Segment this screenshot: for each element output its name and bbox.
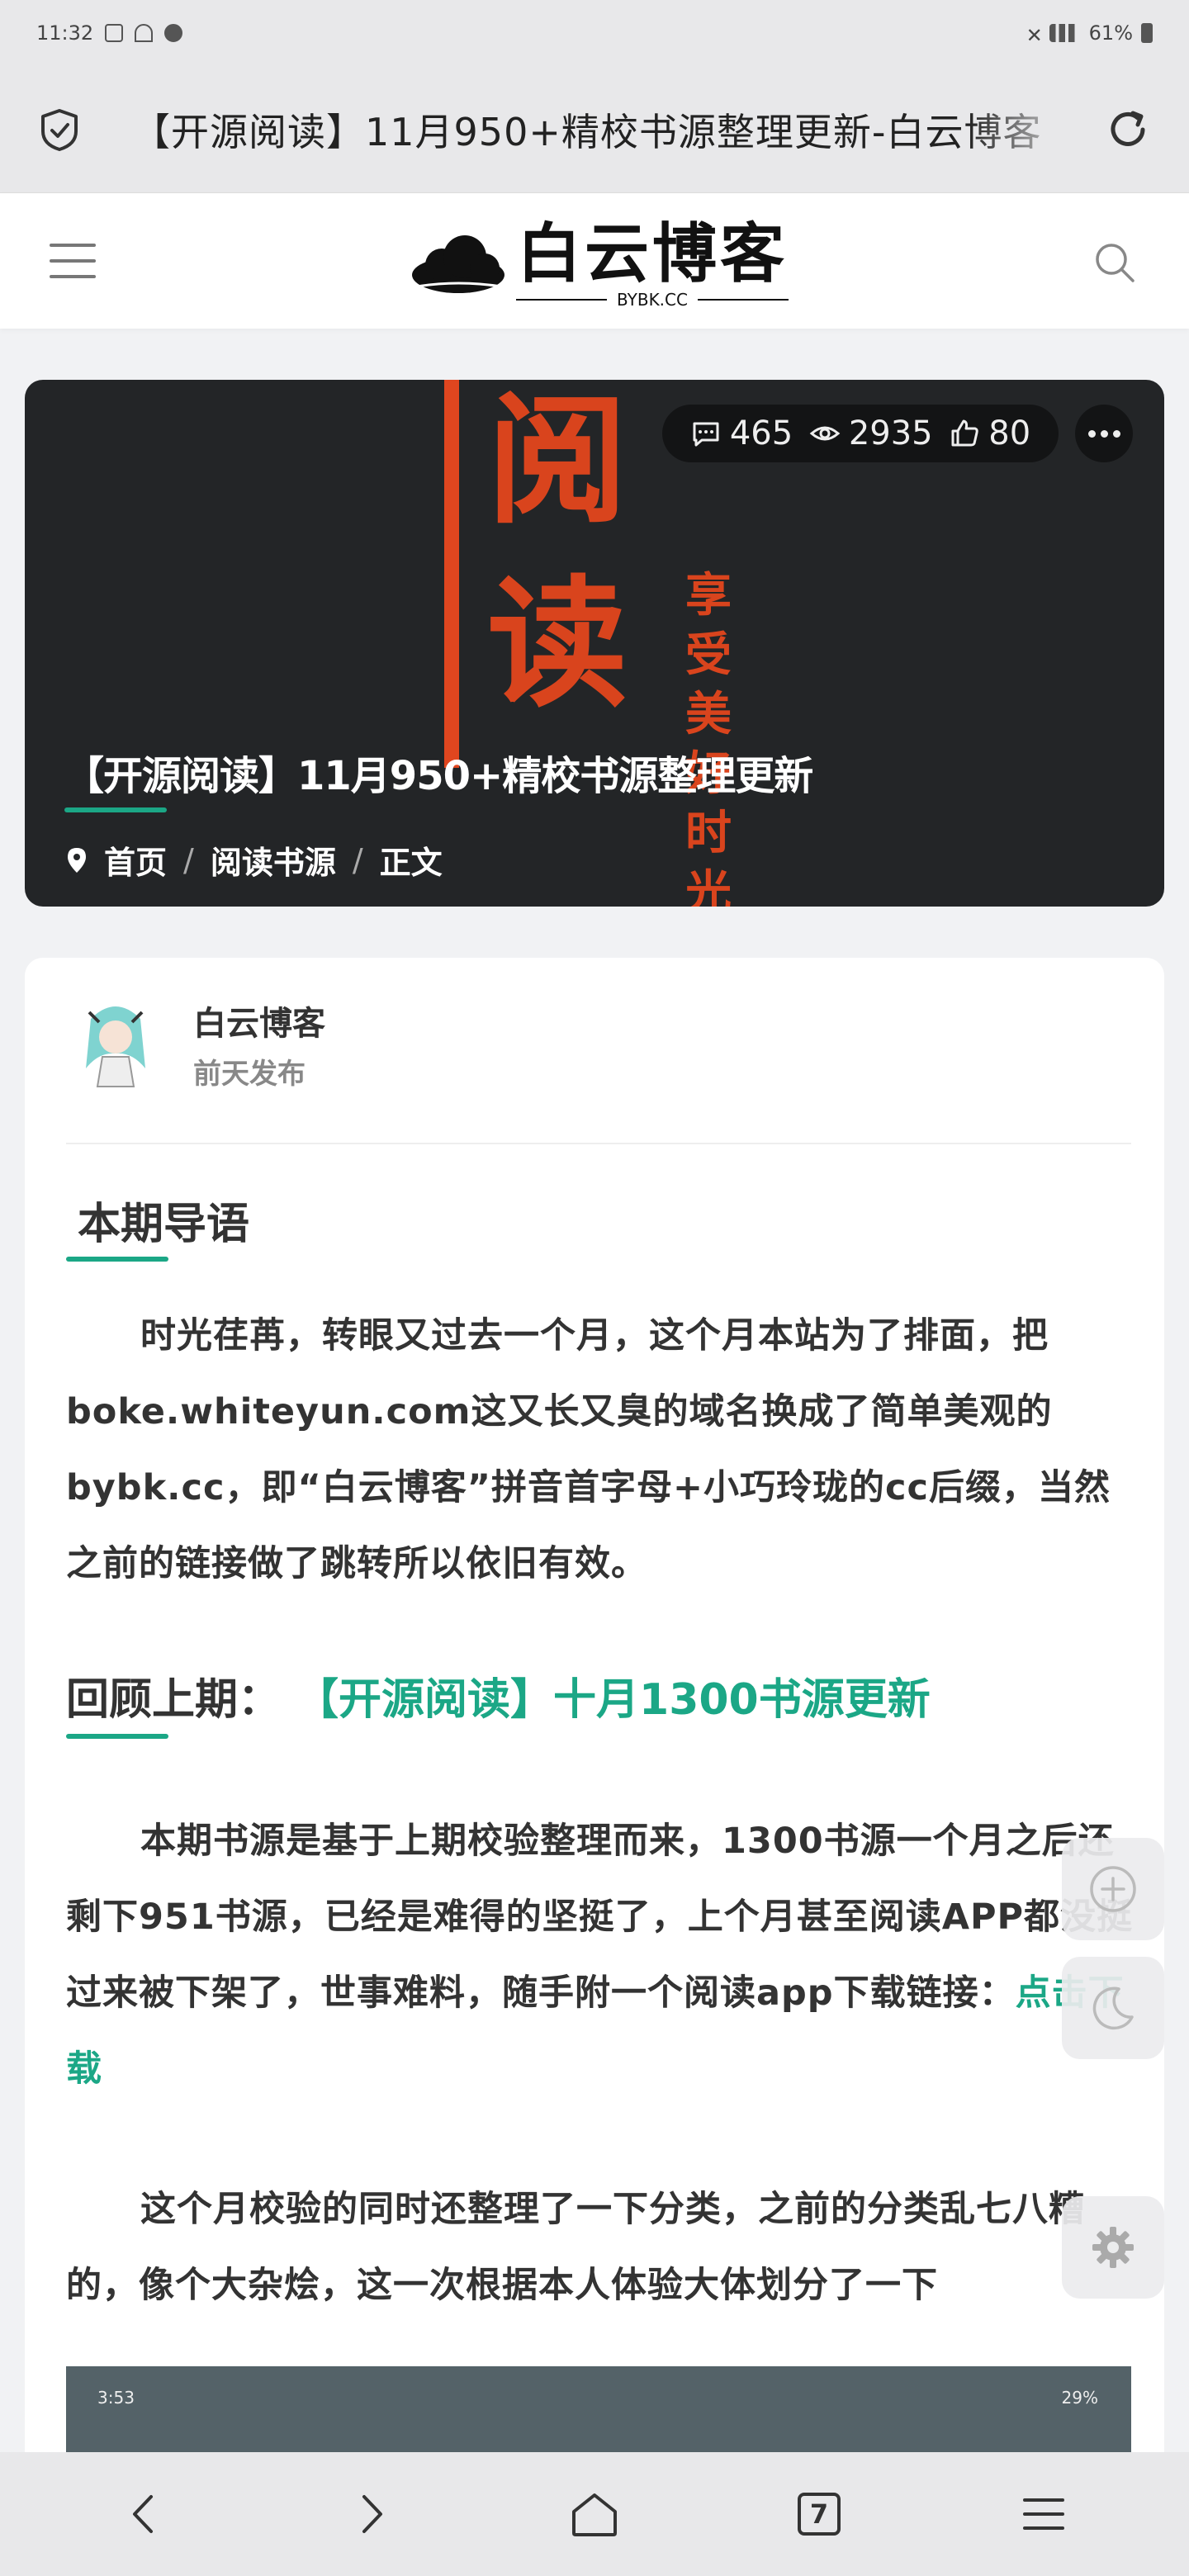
hero-red-bar: [444, 380, 459, 768]
hero-small-char: 享: [685, 569, 732, 623]
hamburger-icon: [1023, 2498, 1064, 2530]
signal-icon: [1049, 24, 1081, 42]
hero-small-char: 光: [685, 866, 732, 907]
body-paragraph: 本期书源是基于上期校验整理而来，1300书源一个月之后还剩下951书源，已经是难…: [66, 1803, 1139, 2107]
dark-mode-button[interactable]: [1062, 1957, 1164, 2059]
article-screenshot-image[interactable]: 3:53 29%: [66, 2366, 1131, 2465]
screenshot-time: 3:53: [97, 2388, 135, 2408]
heading-underline: [66, 1734, 168, 1739]
avatar[interactable]: [66, 994, 165, 1093]
tab-count: 7: [798, 2493, 841, 2536]
comment-icon: [693, 422, 719, 447]
intro-text: 时光荏苒，转眼又过去一个月，这个月本站为了排面，把boke.whiteyun.c…: [66, 1315, 1111, 1584]
battery-percent: 61%: [1088, 21, 1133, 45]
section-heading: 本期导语: [78, 1200, 250, 1249]
hero-small-char: 受: [685, 628, 732, 682]
home-icon: [572, 2493, 617, 2536]
like-count[interactable]: 80: [949, 414, 1030, 452]
chevron-left-icon: [133, 2495, 153, 2533]
post-content-card: 白云博客 前天发布 本期导语 时光荏苒，转眼又过去一个月，这个月本站为了排面，把…: [25, 958, 1164, 2576]
shield-check-icon[interactable]: [36, 107, 83, 153]
body-text: 这个月校验的同时还整理了一下分类，之前的分类乱七八糟的，像个大杂烩，这一次根据本…: [66, 2189, 1085, 2306]
previous-issue-link[interactable]: 【开源阅读】十月1300书源更新: [317, 1675, 931, 1725]
thumbs-up-icon: [951, 419, 978, 447]
breadcrumb: 首页 / 阅读书源 / 正文: [66, 837, 443, 883]
status-bar: 11:32 ✕ 61%: [0, 0, 1189, 66]
back-button[interactable]: [108, 2477, 182, 2551]
moon-icon: [1092, 1986, 1134, 2030]
site-logo[interactable]: 白云博客 BYBK.CC: [409, 211, 789, 319]
gear-icon: [1092, 2227, 1134, 2268]
post-title: 【开源阅读】11月950+精校书源整理更新: [64, 753, 813, 799]
chevron-right-icon: [362, 2495, 382, 2533]
logo-subtext: BYBK.CC: [617, 290, 688, 310]
breadcrumb-separator: /: [352, 841, 363, 878]
app-notification-icon: [164, 24, 183, 42]
reload-icon[interactable]: [1103, 105, 1153, 154]
browser-bottom-bar: 7: [0, 2452, 1189, 2576]
tabs-button[interactable]: 7: [782, 2477, 856, 2551]
forward-button[interactable]: [333, 2477, 407, 2551]
cloud-logo-icon: [412, 235, 504, 293]
more-options-button[interactable]: [1075, 405, 1133, 462]
author-info: 白云博客 前天发布: [66, 994, 325, 1093]
title-underline: [64, 807, 167, 812]
settings-button[interactable]: [1062, 2196, 1164, 2299]
breadcrumb-home[interactable]: 首页: [104, 837, 167, 883]
eye-icon: [809, 426, 841, 441]
like-count-value: 80: [988, 414, 1031, 452]
hero-big-char: 阅: [487, 380, 628, 543]
body-paragraph: 这个月校验的同时还整理了一下分类，之前的分类乱七八糟的，像个大杂烩，这一次根据本…: [66, 2171, 1139, 2323]
divider: [66, 1143, 1131, 1144]
battery-icon: [1141, 23, 1153, 43]
breadcrumb-current: 正文: [379, 845, 443, 881]
mute-icon: ✕: [1026, 24, 1043, 47]
search-icon[interactable]: [1093, 241, 1136, 284]
zoom-in-button[interactable]: [1062, 1838, 1164, 1940]
view-count-value: 2935: [848, 414, 933, 452]
hero-big-char: 读: [487, 563, 628, 727]
site-header: 白云博客 BYBK.CC: [0, 193, 1189, 329]
hero-small-char: 时: [685, 807, 732, 860]
comment-count[interactable]: 465: [690, 414, 793, 452]
menu-button[interactable]: [1007, 2477, 1081, 2551]
status-time: 11:32: [36, 21, 94, 45]
post-hero-banner: 阅 读 享 受 美 好 时 光 465 2935 80 【开源阅读】11月950…: [25, 380, 1164, 907]
page-title[interactable]: 【开源阅读】11月950+精校书源整理更新-白云博客: [132, 102, 1082, 157]
cast-icon: [135, 24, 154, 42]
location-pin-icon: [68, 847, 86, 873]
gallery-icon: [105, 24, 124, 42]
menu-icon[interactable]: [50, 240, 96, 282]
logo-text: 白云博客: [516, 217, 788, 291]
previous-issue-label: 回顾上期：: [66, 1675, 282, 1725]
comment-count-value: 465: [729, 414, 793, 452]
plus-circle-icon: [1090, 1866, 1136, 1912]
view-count: 2935: [809, 414, 933, 452]
breadcrumb-category[interactable]: 阅读书源: [211, 837, 336, 883]
body-text: 本期书源是基于上期校验整理而来，1300书源一个月之后还剩下951书源，已经是难…: [66, 1821, 1134, 2014]
post-stats: 465 2935 80: [662, 405, 1059, 462]
home-button[interactable]: [557, 2477, 632, 2551]
author-name[interactable]: 白云博客: [193, 997, 325, 1044]
section-heading: 回顾上期： 【开源阅读】十月1300书源更新: [66, 1664, 931, 1726]
heading-underline: [66, 1257, 168, 1262]
publish-time: 前天发布: [193, 1057, 306, 1091]
breadcrumb-separator: /: [183, 841, 194, 878]
screenshot-battery: 29%: [1061, 2388, 1098, 2408]
browser-url-bar[interactable]: 【开源阅读】11月950+精校书源整理更新-白云博客: [0, 66, 1189, 193]
intro-paragraph: 时光荏苒，转眼又过去一个月，这个月本站为了排面，把boke.whiteyun.c…: [66, 1298, 1139, 1602]
hero-small-char: 美: [685, 688, 732, 741]
